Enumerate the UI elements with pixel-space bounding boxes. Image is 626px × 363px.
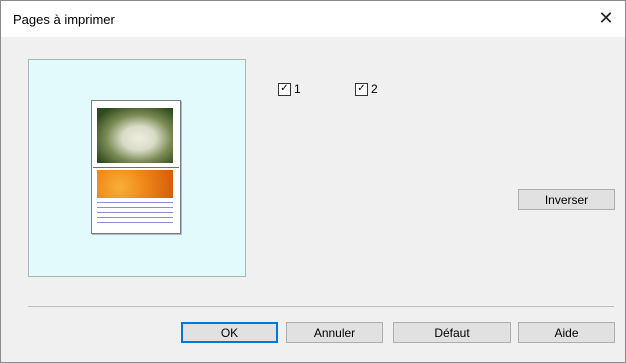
close-icon[interactable]: ✕ [593, 5, 619, 31]
page-1-label: 1 [294, 82, 301, 96]
page-thumbnail [91, 100, 181, 234]
reverse-button[interactable]: Inverser [518, 189, 615, 210]
default-button[interactable]: Défaut [393, 322, 511, 343]
page-2-label: 2 [371, 82, 378, 96]
help-button[interactable]: Aide [518, 322, 615, 343]
print-preview-panel [28, 59, 246, 277]
butterfly-photo [97, 108, 173, 163]
title-bar: Pages à imprimer ✕ [1, 1, 625, 37]
ok-button[interactable]: OK [181, 322, 278, 343]
flowers-photo [97, 170, 173, 198]
page-2-checkbox[interactable]: ✓ 2 [355, 81, 378, 97]
dialog-title: Pages à imprimer [13, 12, 115, 27]
checkmark-icon: ✓ [355, 82, 368, 96]
page-1-checkbox[interactable]: ✓ 1 [278, 81, 301, 97]
checkmark-icon: ✓ [278, 82, 291, 96]
separator [28, 306, 614, 307]
pages-to-print-dialog: Pages à imprimer ✕ ✓ 1 ✓ 2 Inverser OK A… [0, 0, 626, 363]
page-divider [93, 167, 179, 168]
cancel-button[interactable]: Annuler [286, 322, 383, 343]
text-lines [97, 202, 173, 227]
